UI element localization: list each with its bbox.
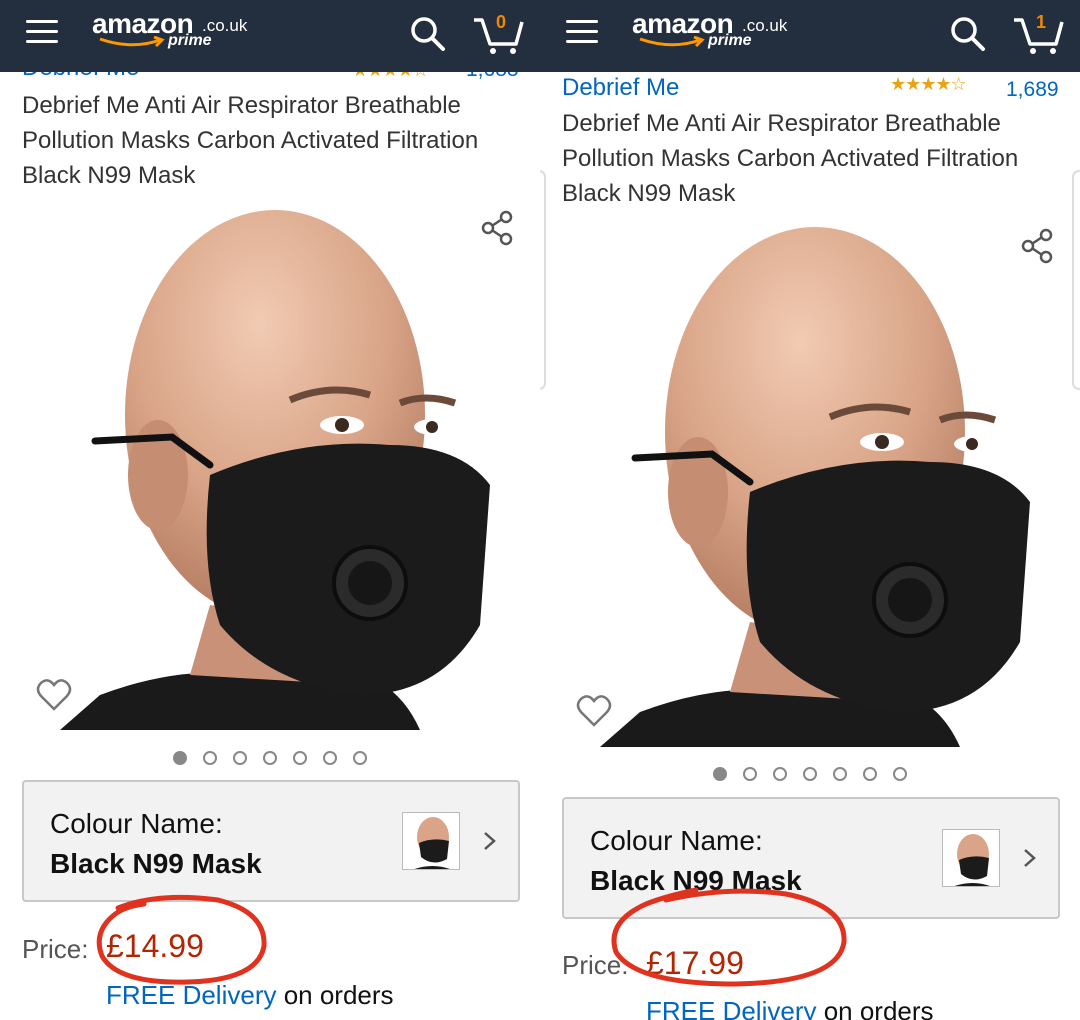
price-value: £14.99 bbox=[106, 928, 204, 964]
product-image[interactable] bbox=[600, 222, 1040, 747]
chevron-right-icon bbox=[1024, 849, 1036, 867]
price-label: Price: bbox=[22, 934, 89, 964]
colour-swatch-thumbnail bbox=[942, 829, 1000, 887]
search-icon[interactable] bbox=[948, 14, 988, 54]
brand-link[interactable]: Debrief Me bbox=[562, 74, 679, 102]
smile-arrow-icon bbox=[639, 36, 705, 48]
carousel-dot[interactable] bbox=[263, 751, 277, 765]
product-title: Debrief Me Anti Air Respirator Breathabl… bbox=[562, 110, 1019, 207]
carousel-dot[interactable] bbox=[863, 767, 877, 781]
colour-label: Colour Name: bbox=[590, 825, 763, 856]
carousel-dot[interactable] bbox=[743, 767, 757, 781]
rating-stars: ★★★★☆ bbox=[890, 74, 967, 94]
carousel-dot[interactable] bbox=[773, 767, 787, 781]
screenshot-after: amazon .co.uk prime 1 Debrief Me ★★★★☆ 1… bbox=[540, 0, 1080, 1020]
colour-swatch-thumbnail bbox=[402, 812, 460, 870]
search-icon[interactable] bbox=[408, 14, 448, 54]
price-value: £17.99 bbox=[646, 945, 744, 981]
logo-prime: prime bbox=[168, 32, 212, 49]
free-delivery-link[interactable]: FREE Delivery bbox=[106, 980, 276, 1010]
delivery-text: FREE Delivery on orders bbox=[646, 996, 934, 1020]
chevron-right-icon bbox=[484, 832, 496, 850]
logo-prime: prime bbox=[708, 32, 752, 49]
delivery-rest: on orders bbox=[276, 980, 394, 1010]
delivery-text: FREE Delivery on orders bbox=[106, 980, 394, 1011]
amazon-logo[interactable]: amazon .co.uk prime bbox=[632, 8, 802, 58]
colour-value: Black N99 Mask bbox=[50, 848, 262, 879]
image-carousel-dots[interactable] bbox=[713, 767, 907, 781]
carousel-dot[interactable] bbox=[713, 767, 727, 781]
product-title: Debrief Me Anti Air Respirator Breathabl… bbox=[22, 92, 479, 189]
colour-label: Colour Name: bbox=[50, 808, 223, 839]
carousel-dot[interactable] bbox=[353, 751, 367, 765]
hamburger-icon[interactable] bbox=[26, 20, 58, 44]
carousel-dot[interactable] bbox=[323, 751, 337, 765]
colour-selector[interactable]: Colour Name: Black N99 Mask bbox=[22, 780, 520, 902]
screenshot-before: Debrief Me ★★★★☆ 1,688 amazon .co.uk pri… bbox=[0, 0, 540, 1020]
heart-icon[interactable] bbox=[36, 678, 72, 712]
carousel-dot[interactable] bbox=[233, 751, 247, 765]
header-bar: amazon .co.uk prime 0 bbox=[0, 0, 540, 72]
colour-value: Black N99 Mask bbox=[590, 865, 802, 896]
carousel-dot[interactable] bbox=[893, 767, 907, 781]
product-image[interactable] bbox=[60, 205, 500, 730]
amazon-logo[interactable]: amazon .co.uk prime bbox=[92, 8, 262, 58]
carousel-dot[interactable] bbox=[803, 767, 817, 781]
free-delivery-link[interactable]: FREE Delivery bbox=[646, 996, 816, 1020]
image-carousel-dots[interactable] bbox=[173, 751, 367, 765]
colour-selector[interactable]: Colour Name: Black N99 Mask bbox=[562, 797, 1060, 919]
hamburger-icon[interactable] bbox=[566, 20, 598, 44]
cart-count: 0 bbox=[496, 12, 507, 32]
carousel-dot[interactable] bbox=[293, 751, 307, 765]
cart-icon[interactable]: 1 bbox=[1012, 8, 1064, 56]
delivery-rest: on orders bbox=[816, 996, 934, 1020]
rating-count[interactable]: 1,689 bbox=[1006, 78, 1059, 102]
header-bar: amazon .co.uk prime 1 bbox=[540, 0, 1080, 72]
carousel-dot[interactable] bbox=[833, 767, 847, 781]
carousel-dot[interactable] bbox=[173, 751, 187, 765]
smile-arrow-icon bbox=[99, 36, 165, 48]
carousel-edge bbox=[540, 170, 546, 390]
carousel-dot[interactable] bbox=[203, 751, 217, 765]
price-label: Price: bbox=[562, 950, 629, 980]
heart-icon[interactable] bbox=[576, 694, 612, 728]
cart-count: 1 bbox=[1036, 12, 1047, 32]
cart-icon[interactable]: 0 bbox=[472, 8, 524, 56]
carousel-edge bbox=[1072, 170, 1080, 390]
